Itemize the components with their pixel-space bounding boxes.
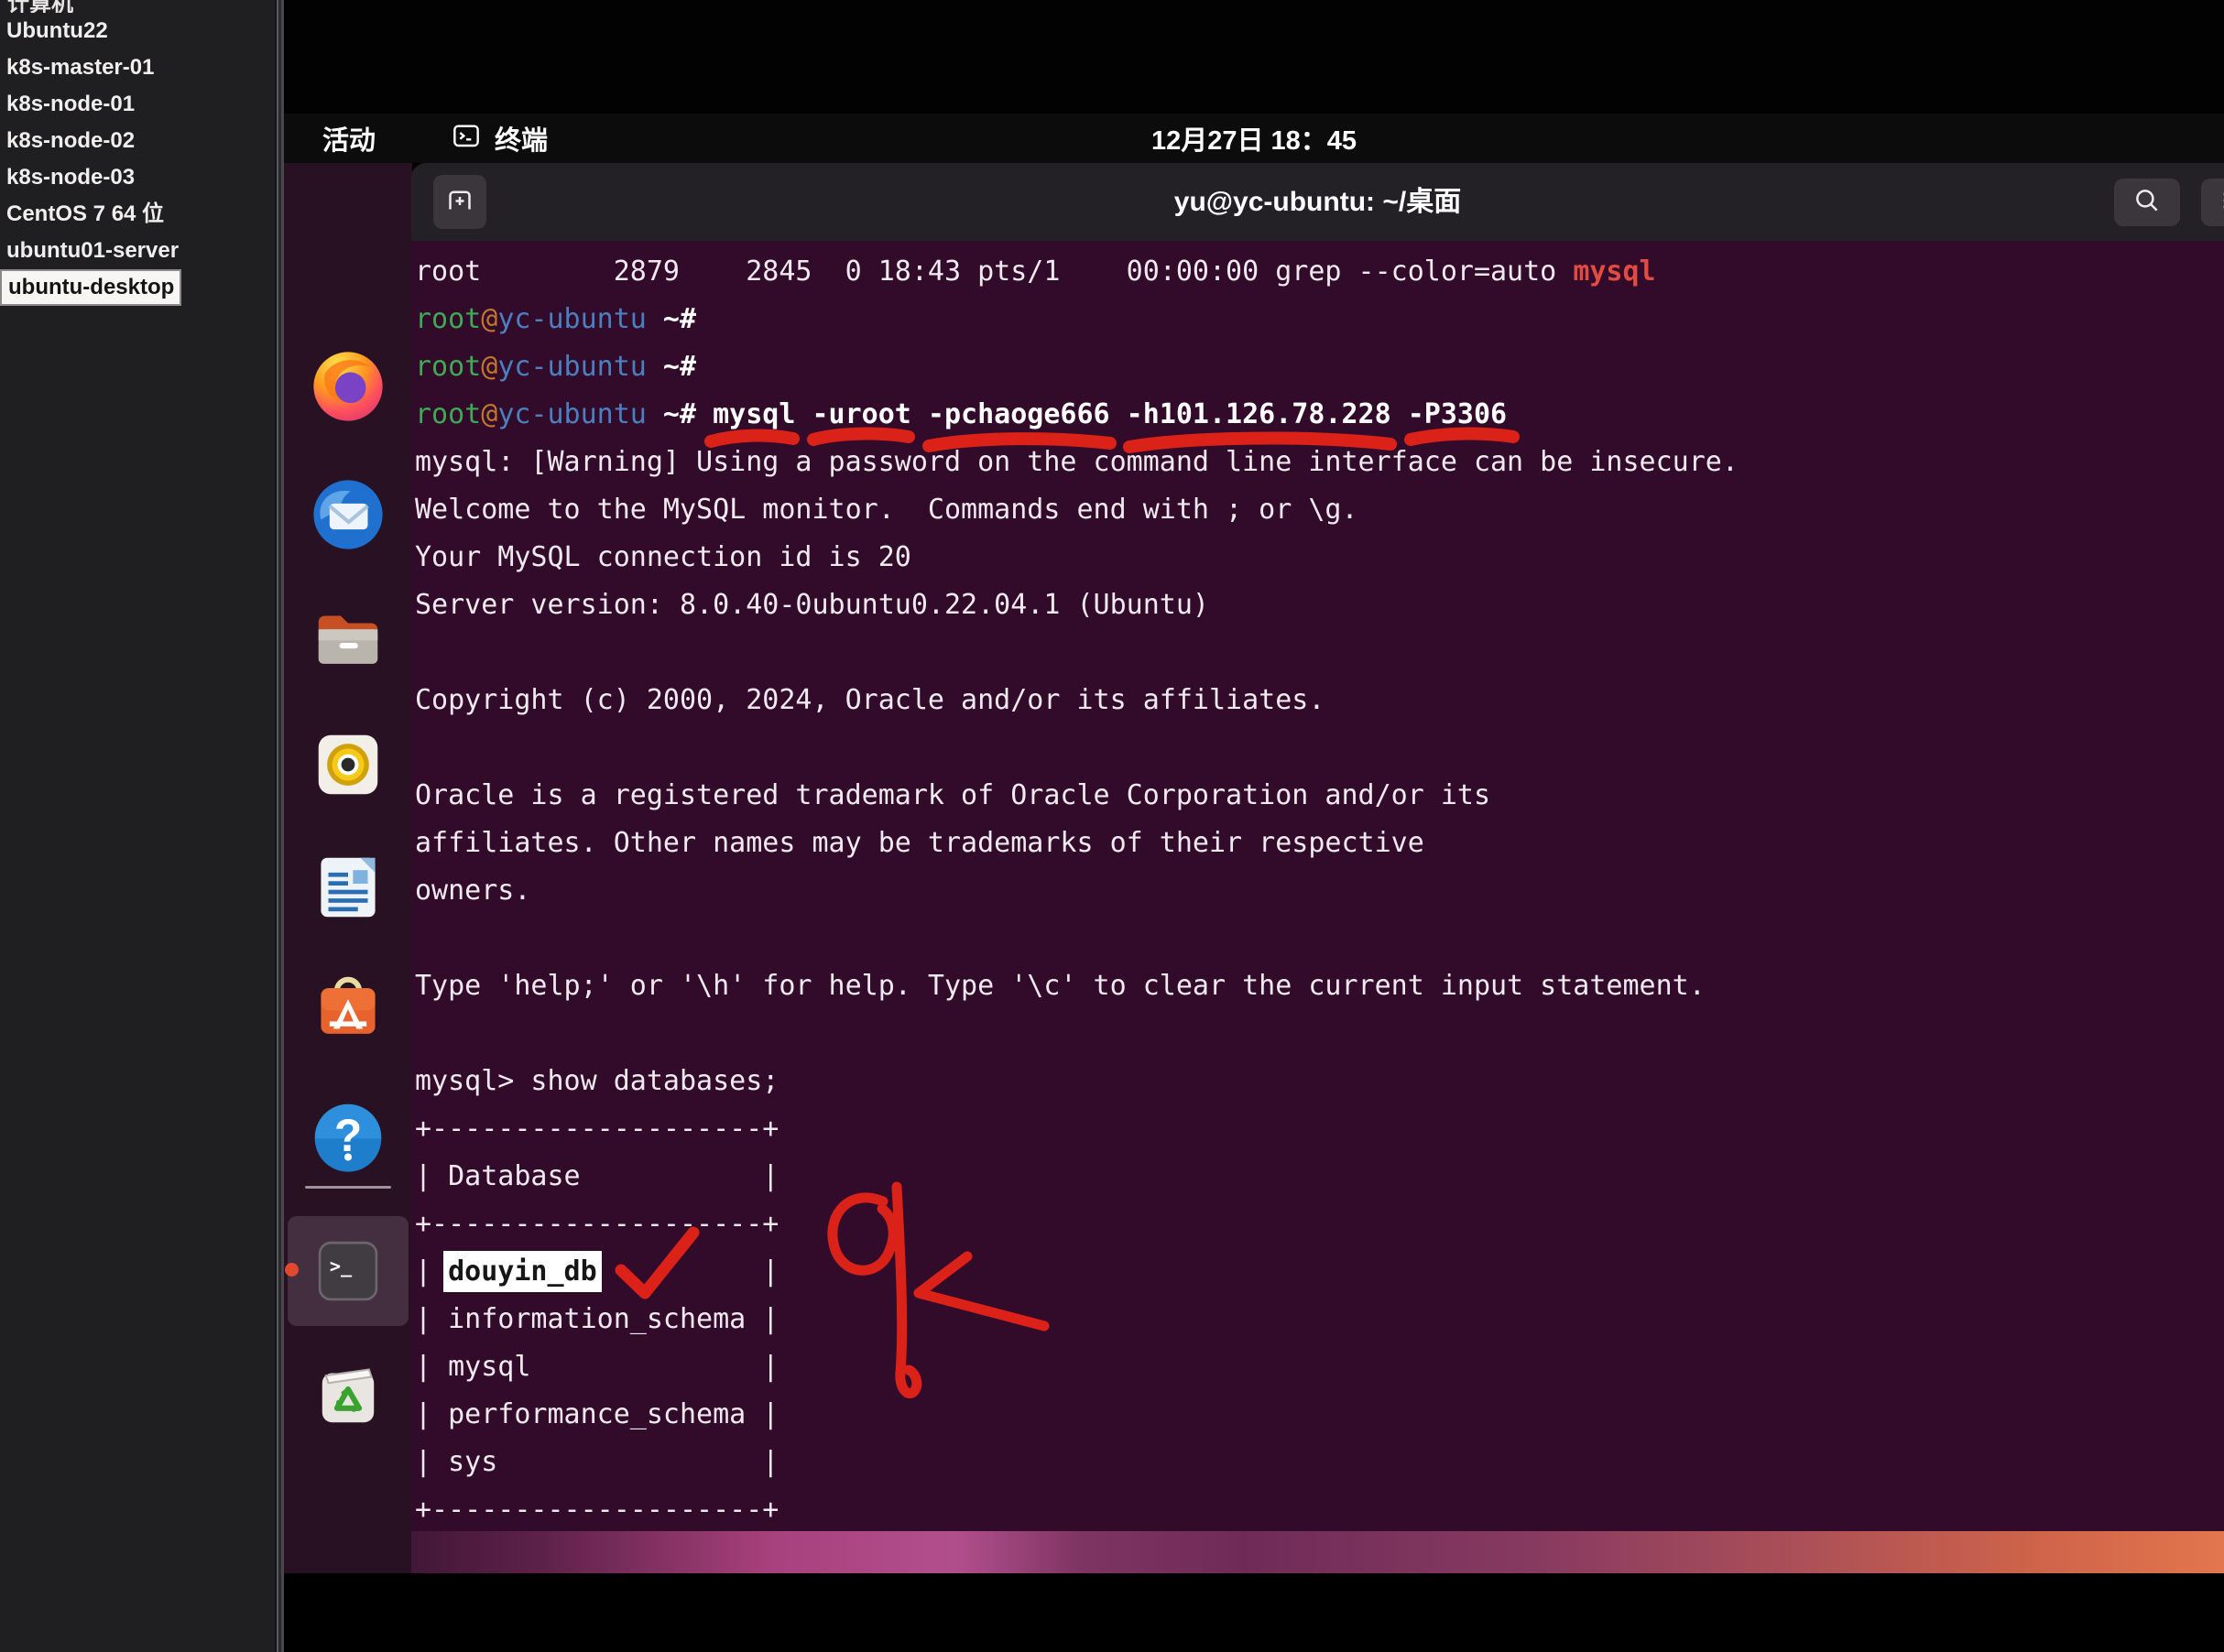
sidebar-item-k8s-node-03[interactable]: k8s-node-03 (0, 159, 275, 196)
terminal-line: Your MySQL connection id is 20 (415, 534, 2224, 581)
terminal-window: yu@yc-ubuntu: ~/桌面 root 2879 2845 (411, 163, 2224, 1531)
terminal-line: | performance_schema | (415, 1391, 2224, 1439)
terminal-line: root@yc-ubuntu ~# (415, 296, 2224, 343)
activities-button[interactable]: 活动 (322, 119, 376, 158)
terminal-line: | mysql | (415, 1343, 2224, 1391)
files-dock-icon[interactable] (309, 600, 387, 679)
terminal-line (415, 915, 2224, 962)
clock[interactable]: 12月27日 18：45 (284, 119, 2224, 158)
terminal-small-icon (451, 122, 482, 156)
terminal-line: Oracle is a registered trademark of Orac… (415, 772, 2224, 820)
terminal-line: Welcome to the MySQL monitor. Commands e… (415, 486, 2224, 534)
sidebar-item-ubuntu01-server[interactable]: ubuntu01-server (0, 233, 275, 269)
sidebar-item-k8s-master-01[interactable]: k8s-master-01 (0, 49, 275, 86)
terminal-header-bar[interactable]: yu@yc-ubuntu: ~/桌面 (411, 163, 2224, 241)
terminal-line: | Database | (415, 1153, 2224, 1201)
new-tab-icon (443, 183, 476, 221)
focused-app-label: 终端 (495, 119, 548, 158)
terminal-line: root@yc-ubuntu ~# mysql -uroot -pchaoge6… (415, 391, 2224, 439)
gnome-top-bar: 活动 终端 12月27日 18：45 (284, 114, 2224, 163)
help-dock-icon[interactable]: ? (309, 1098, 387, 1177)
trash-dock-icon[interactable] (309, 1353, 387, 1432)
desktop-screenshot: 计算机 Ubuntu22k8s-master-01k8s-node-01k8s-… (0, 0, 2224, 1652)
terminal-line: Type 'help;' or '\h' for help. Type '\c'… (415, 962, 2224, 1010)
terminal-line: mysql: [Warning] Using a password on the… (415, 439, 2224, 486)
terminal-line: affiliates. Other names may be trademark… (415, 820, 2224, 867)
dock: ? >_ (284, 163, 412, 1573)
dock-running-indicator (285, 1263, 299, 1277)
terminal-line: +--------------------+ (415, 1486, 2224, 1531)
focused-app-menu[interactable]: 终端 (451, 119, 548, 158)
sidebar-item-clipped[interactable]: 计算机 (7, 0, 73, 13)
desktop-wallpaper-strip (411, 1531, 2224, 1573)
sidebar-item-k8s-node-01[interactable]: k8s-node-01 (0, 86, 275, 123)
terminal-line: | douyin_db | (415, 1248, 2224, 1296)
thunderbird-dock-icon[interactable] (309, 475, 387, 554)
terminal-output[interactable]: root 2879 2845 0 18:43 pts/1 00:00:00 gr… (411, 241, 2224, 1531)
hamburger-menu-button[interactable] (2201, 179, 2224, 226)
libreoffice-writer-dock-icon[interactable] (309, 848, 387, 927)
sidebar-item-k8s-node-02[interactable]: k8s-node-02 (0, 123, 275, 159)
terminal-line: root@yc-ubuntu ~# (415, 343, 2224, 391)
terminal-line: +--------------------+ (415, 1105, 2224, 1153)
vm-sidebar: 计算机 Ubuntu22k8s-master-01k8s-node-01k8s-… (0, 0, 275, 1652)
terminal-line: | information_schema | (415, 1296, 2224, 1343)
firefox-dock-icon[interactable] (309, 347, 387, 426)
terminal-line (415, 724, 2224, 772)
sidebar-divider (275, 0, 284, 1652)
terminal-line (415, 1010, 2224, 1058)
terminal-line: Copyright (c) 2000, 2024, Oracle and/or … (415, 677, 2224, 724)
terminal-line: | sys | (415, 1439, 2224, 1486)
sidebar-item-ubuntu-desktop[interactable]: ubuntu-desktop (0, 269, 181, 306)
highlighted-database-name: douyin_db (448, 1255, 597, 1288)
terminal-dock-icon[interactable]: >_ (309, 1232, 387, 1310)
svg-text:?: ? (334, 1110, 362, 1161)
ubuntu-software-dock-icon[interactable] (309, 970, 387, 1049)
vm-list: Ubuntu22k8s-master-01k8s-node-01k8s-node… (0, 13, 275, 306)
svg-text:>_: >_ (330, 1255, 353, 1277)
rhythmbox-dock-icon[interactable] (309, 725, 387, 804)
terminal-title: yu@yc-ubuntu: ~/桌面 (411, 163, 2224, 241)
terminal-line: Server version: 8.0.40-0ubuntu0.22.04.1 … (415, 581, 2224, 629)
search-icon (2131, 185, 2163, 221)
hamburger-menu-icon (2219, 185, 2224, 221)
terminal-line (415, 629, 2224, 677)
terminal-line: owners. (415, 867, 2224, 915)
terminal-line: +--------------------+ (415, 1201, 2224, 1248)
terminal-line: mysql> show databases; (415, 1058, 2224, 1105)
screen-top-black-area (284, 0, 2224, 114)
sidebar-item-centos-7-64-位[interactable]: CentOS 7 64 位 (0, 196, 275, 233)
search-button[interactable] (2114, 179, 2180, 226)
screen-bottom-black-area (284, 1573, 2224, 1652)
sidebar-item-ubuntu22[interactable]: Ubuntu22 (0, 13, 275, 49)
terminal-line: root 2879 2845 0 18:43 pts/1 00:00:00 gr… (415, 248, 2224, 296)
new-tab-button[interactable] (433, 175, 486, 229)
dock-divider (305, 1186, 391, 1189)
